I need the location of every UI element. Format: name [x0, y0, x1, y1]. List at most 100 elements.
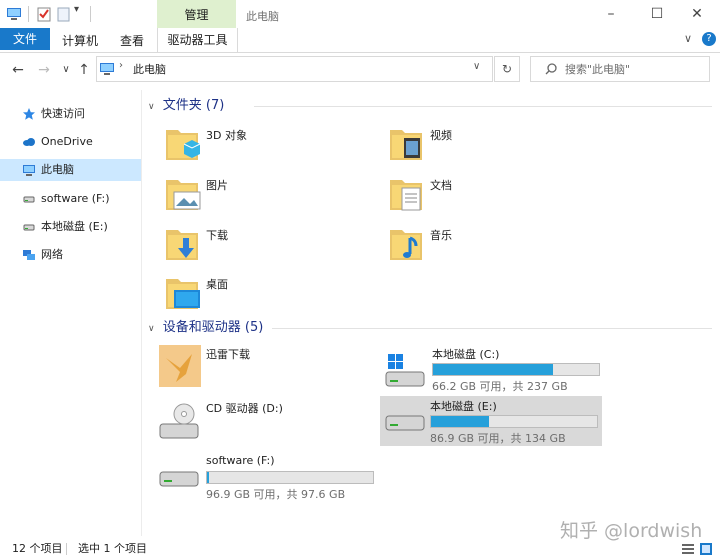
address-dropdown-icon[interactable]: ∨ [473, 61, 480, 72]
minimize-button[interactable]: – [588, 0, 634, 30]
drive-icon [159, 471, 199, 487]
tab-computer[interactable]: 计算机 [62, 30, 98, 52]
pictures-folder-icon [166, 180, 201, 210]
help-icon[interactable]: ? [702, 32, 716, 46]
drive-icon [23, 196, 35, 203]
3d-objects-folder-icon [166, 130, 201, 160]
folder-desktop[interactable]: 桌面 [162, 273, 362, 319]
sidebar-item-label: 此电脑 [41, 163, 74, 176]
videos-folder-icon [390, 130, 422, 160]
sidebar-item-network[interactable]: 网络 [0, 244, 141, 266]
divider [66, 543, 67, 555]
sidebar-item-quick-access[interactable]: 快速访问 [0, 103, 141, 125]
sidebar-item-local-disk-e[interactable]: 本地磁盘 (E:) [0, 216, 141, 238]
sidebar-item-label: software (F:) [41, 192, 110, 205]
device-xunlei[interactable]: 迅雷下载 [158, 344, 380, 394]
refresh-button[interactable]: ↻ [494, 56, 520, 82]
group-title: 设备和驱动器 (5) [162, 320, 264, 335]
search-input[interactable]: 搜索"此电脑" [530, 56, 710, 82]
sidebar-item-label: OneDrive [41, 135, 93, 148]
documents-folder-icon [390, 180, 422, 211]
folder-3d-objects[interactable]: 3D 对象 [162, 124, 362, 170]
tab-view[interactable]: 查看 [120, 30, 144, 52]
properties-icon[interactable] [36, 6, 52, 22]
xunlei-icon [159, 345, 201, 387]
device-label: 本地磁盘 (C:) [432, 348, 500, 361]
drive-space-text: 96.9 GB 可用，共 97.6 GB [206, 488, 346, 501]
title-bar: ▾ 此电脑 – ☐ ✕ [0, 0, 720, 30]
drive-usage-fill [433, 364, 553, 375]
cloud-icon [23, 138, 35, 146]
collapse-ribbon-icon[interactable]: ∨ [684, 32, 692, 45]
group-title: 文件夹 (7) [162, 98, 225, 113]
folder-label: 文档 [430, 179, 452, 192]
devices-group-header[interactable]: ∨ 设备和驱动器 (5) [148, 319, 712, 337]
chevron-down-icon[interactable]: ∨ [148, 102, 155, 112]
device-local-disk-e[interactable]: 本地磁盘 (E:) 86.9 GB 可用，共 134 GB [380, 396, 602, 446]
drive-usage-bar [432, 363, 600, 376]
device-label: CD 驱动器 (D:) [206, 402, 283, 415]
search-icon [545, 63, 557, 75]
search-placeholder: 搜索"此电脑" [565, 63, 631, 76]
sidebar-item-label: 快速访问 [41, 107, 85, 120]
divider [90, 6, 91, 22]
breadcrumb[interactable]: 此电脑 [133, 61, 166, 77]
recent-locations-button[interactable]: ∨ [56, 60, 76, 80]
folder-music[interactable]: 音乐 [386, 224, 586, 270]
folder-documents[interactable]: 文档 [386, 174, 586, 220]
device-label: 迅雷下载 [206, 348, 250, 361]
folder-downloads[interactable]: 下载 [162, 224, 362, 270]
window-title: 此电脑 [246, 10, 279, 23]
chevron-down-icon[interactable]: ∨ [148, 324, 155, 334]
customize-quick-access-icon[interactable]: ▾ [74, 4, 79, 15]
sidebar-item-software-f[interactable]: software (F:) [0, 188, 141, 210]
large-icons-view-icon[interactable] [700, 543, 712, 555]
new-folder-icon[interactable] [56, 6, 72, 22]
drive-icon [23, 224, 35, 231]
device-cd-drive-d[interactable]: CD 驱动器 (D:) [158, 398, 380, 448]
folder-label: 音乐 [430, 229, 452, 242]
drive-icon [385, 415, 425, 431]
desktop-folder-icon [166, 279, 200, 309]
computer-icon [100, 63, 114, 75]
breadcrumb-chevron-icon[interactable]: › [119, 60, 123, 71]
computer-icon[interactable] [6, 6, 22, 22]
folder-pictures[interactable]: 图片 [162, 174, 362, 220]
folder-label: 下载 [206, 229, 228, 242]
navigation-pane [0, 90, 142, 536]
address-bar[interactable]: › 此电脑 ∨ [96, 56, 493, 82]
drive-space-text: 66.2 GB 可用，共 237 GB [432, 380, 568, 393]
back-button[interactable]: ← [8, 60, 28, 80]
sidebar-item-onedrive[interactable]: OneDrive [0, 131, 141, 153]
folder-label: 桌面 [206, 278, 228, 291]
folder-videos[interactable]: 视频 [386, 124, 586, 170]
folder-label: 视频 [430, 129, 452, 142]
device-software-f[interactable]: software (F:) 96.9 GB 可用，共 97.6 GB [158, 452, 380, 502]
details-view-icon[interactable] [682, 543, 694, 555]
drive-usage-bar [430, 415, 598, 428]
network-icon [23, 250, 35, 260]
device-local-disk-c[interactable]: 本地磁盘 (C:) 66.2 GB 可用，共 237 GB [384, 344, 606, 394]
downloads-folder-icon [166, 230, 198, 260]
divider [272, 328, 712, 329]
status-bar: 12 个项目 选中 1 个项目 [0, 538, 720, 560]
tab-drive-tools[interactable]: 驱动器工具 [157, 28, 238, 52]
windows-drive-icon [385, 354, 425, 387]
tab-file[interactable]: 文件 [0, 28, 50, 50]
selection-count: 选中 1 个项目 [78, 542, 147, 555]
device-label: 本地磁盘 (E:) [430, 400, 497, 413]
manage-context-tab[interactable]: 管理 [157, 0, 236, 30]
drive-space-text: 86.9 GB 可用，共 134 GB [430, 432, 566, 445]
up-button[interactable]: ↑ [74, 60, 94, 80]
music-folder-icon [390, 230, 422, 260]
drive-usage-fill [431, 416, 490, 427]
divider [28, 6, 29, 22]
item-count: 12 个项目 [12, 542, 63, 555]
sidebar-item-this-pc[interactable]: 此电脑 [0, 159, 141, 181]
device-label: software (F:) [206, 454, 275, 467]
forward-button[interactable]: → [34, 60, 54, 80]
close-button[interactable]: ✕ [674, 0, 720, 30]
drive-usage-fill [207, 472, 209, 483]
folders-group-header[interactable]: ∨ 文件夹 (7) [148, 97, 712, 115]
computer-icon [23, 165, 35, 176]
